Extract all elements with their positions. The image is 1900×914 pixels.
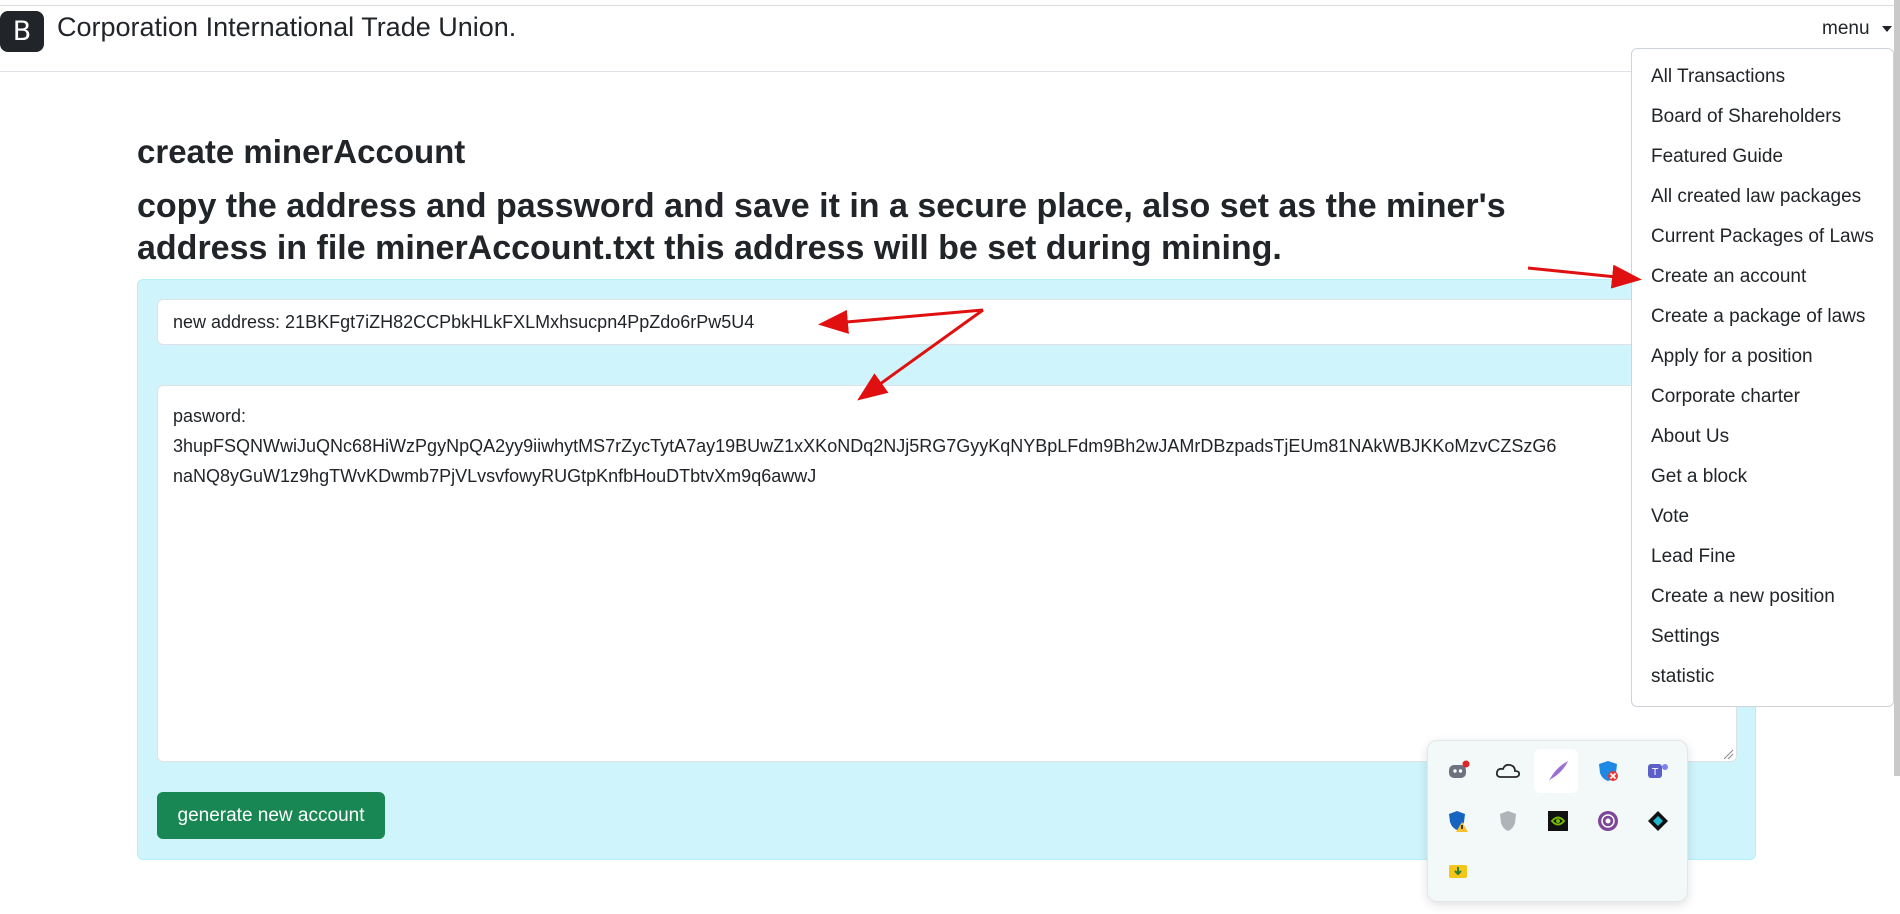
password-textarea[interactable]: pasword: 3hupFSQNWwiJuQNc68HiWzPgyNpQA2y… bbox=[157, 385, 1737, 762]
menu-dropdown: All Transactions Board of Shareholders F… bbox=[1631, 48, 1894, 707]
menu-item-statistic[interactable]: statistic bbox=[1651, 666, 1714, 688]
menu-item-create-an-account[interactable]: Create an account bbox=[1651, 266, 1806, 288]
menu-item-create-a-new-position[interactable]: Create a new position bbox=[1651, 586, 1835, 608]
resize-grip-icon[interactable] bbox=[1722, 748, 1734, 760]
tor-icon[interactable] bbox=[1595, 808, 1621, 834]
vertical-scrollbar[interactable] bbox=[1894, 0, 1900, 776]
onedrive-icon[interactable] bbox=[1495, 758, 1521, 784]
feather-icon[interactable] bbox=[1545, 758, 1571, 784]
system-tray-overflow: T bbox=[1427, 740, 1688, 902]
brand-name[interactable]: Corporation International Trade Union. bbox=[57, 12, 516, 43]
password-line: 3hupFSQNWwiJuQNc68HiWzPgyNpQA2yy9iiwhytM… bbox=[173, 436, 1557, 456]
discord-icon[interactable] bbox=[1445, 758, 1471, 784]
menu-item-current-packages-of-laws[interactable]: Current Packages of Laws bbox=[1651, 226, 1874, 248]
menu-toggle[interactable]: menu bbox=[1822, 18, 1870, 40]
menu-item-get-a-block[interactable]: Get a block bbox=[1651, 466, 1747, 488]
shield-blocked-icon[interactable] bbox=[1595, 758, 1621, 784]
generate-account-button[interactable]: generate new account bbox=[157, 792, 385, 839]
menu-item-apply-for-a-position[interactable]: Apply for a position bbox=[1651, 346, 1813, 368]
menu-item-board-of-shareholders[interactable]: Board of Shareholders bbox=[1651, 106, 1841, 128]
svg-text:T: T bbox=[1651, 767, 1659, 778]
gray-shield-icon[interactable] bbox=[1495, 808, 1521, 834]
menu-item-all-transactions[interactable]: All Transactions bbox=[1651, 66, 1785, 88]
arrow-to-create-account bbox=[1527, 264, 1642, 289]
instructions-text: copy the address and password and save i… bbox=[137, 187, 1506, 267]
menu-item-create-a-package-of-laws[interactable]: Create a package of laws bbox=[1651, 306, 1865, 328]
menu-item-vote[interactable]: Vote bbox=[1651, 506, 1689, 528]
menu-item-about-us[interactable]: About Us bbox=[1651, 426, 1729, 448]
brand-logo[interactable]: B bbox=[0, 11, 44, 52]
menu-item-corporate-charter[interactable]: Corporate charter bbox=[1651, 386, 1800, 408]
page-title: create minerAccount bbox=[137, 133, 466, 170]
nvidia-icon[interactable] bbox=[1545, 808, 1571, 834]
menu-item-all-created-law-packages[interactable]: All created law packages bbox=[1651, 186, 1861, 208]
new-address-field[interactable]: new address: 21BKFgt7iZH82CCPbkHLkFXLMxh… bbox=[157, 299, 1737, 345]
menu-item-featured-guide[interactable]: Featured Guide bbox=[1651, 146, 1783, 168]
navbar: B Corporation International Trade Union.… bbox=[0, 6, 1900, 72]
diamond-app-icon[interactable] bbox=[1645, 808, 1671, 834]
menu-item-lead-fine[interactable]: Lead Fine bbox=[1651, 546, 1736, 568]
caret-down-icon[interactable] bbox=[1882, 26, 1892, 32]
password-line: naNQ8yGuW1z9hgTWvKDwmb7PjVLvsvfowyRUGtpK… bbox=[173, 466, 817, 486]
password-label: pasword: bbox=[173, 406, 247, 426]
usb-safe-remove-icon[interactable] bbox=[1445, 858, 1471, 884]
teams-icon[interactable]: T bbox=[1645, 758, 1671, 784]
defender-warning-icon[interactable] bbox=[1445, 808, 1471, 834]
menu-item-settings[interactable]: Settings bbox=[1651, 626, 1720, 648]
